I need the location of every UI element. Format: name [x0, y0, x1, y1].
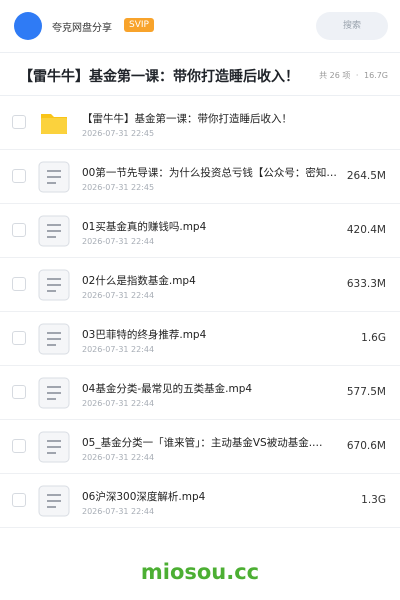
item-name[interactable]: 【雷牛牛】基金第一课：带你打造睡后收入！ — [82, 111, 352, 126]
folder-title-bar: 【雷牛牛】基金第一课：带你打造睡后收入！ 共 26 项 · 16.7G — [0, 52, 400, 96]
app-name: 夸克网盘分享 — [52, 23, 112, 34]
item-name[interactable]: 02什么是指数基金.mp4 — [82, 273, 340, 288]
row-checkbox[interactable] — [12, 169, 26, 183]
search-input[interactable]: 搜索 — [316, 12, 388, 40]
file-row[interactable]: 00第一节先导课：为什么投资总亏钱【公众号：密知圈… 2026-07-31 22:… — [0, 150, 400, 204]
file-icon — [38, 215, 70, 247]
avatar[interactable] — [14, 12, 42, 40]
page-title: 【雷牛牛】基金第一课：带你打造睡后收入！ — [19, 69, 299, 85]
file-icon — [38, 161, 70, 193]
item-size: 577.5M — [346, 386, 386, 398]
total-size: 16.7G — [363, 71, 388, 80]
item-size: 1.3G — [361, 494, 386, 506]
svip-badge[interactable]: SVIP — [124, 18, 154, 32]
row-checkbox[interactable] — [12, 493, 26, 507]
item-name[interactable]: 03巴菲特的终身推荐.mp4 — [82, 327, 340, 342]
row-checkbox[interactable] — [12, 439, 26, 453]
item-name[interactable]: 01买基金真的赚钱吗.mp4 — [82, 219, 340, 234]
file-row[interactable]: 03巴菲特的终身推荐.mp4 2026-07-31 22:44 1.6G — [0, 312, 400, 366]
watermark: miosou.cc — [140, 560, 260, 584]
file-icon — [38, 377, 70, 409]
item-name[interactable]: 06沪深300深度解析.mp4 — [82, 489, 340, 504]
folder-row[interactable]: 【雷牛牛】基金第一课：带你打造睡后收入！ 2026-07-31 22:45 — [0, 96, 400, 150]
row-checkbox[interactable] — [12, 331, 26, 345]
item-count: 共 26 项 — [319, 71, 351, 80]
header: 夸克网盘分享 SVIP 搜索 — [0, 0, 400, 52]
item-size: 633.3M — [346, 278, 386, 290]
row-checkbox[interactable] — [12, 223, 26, 237]
item-name[interactable]: 00第一节先导课：为什么投资总亏钱【公众号：密知圈… — [82, 165, 340, 180]
file-row[interactable]: 02什么是指数基金.mp4 2026-07-31 22:44 633.3M — [0, 258, 400, 312]
file-icon — [38, 269, 70, 301]
folder-icon — [38, 107, 70, 139]
folder-summary: 共 26 项 · 16.7G — [316, 70, 388, 81]
file-icon — [38, 323, 70, 355]
item-date: 2026-07-31 22:44 — [82, 399, 155, 408]
file-list: 【雷牛牛】基金第一课：带你打造睡后收入！ 2026-07-31 22:45 00第一… — [0, 96, 400, 528]
file-row[interactable]: 06沪深300深度解析.mp4 2026-07-31 22:44 1.3G — [0, 474, 400, 528]
item-date: 2026-07-31 22:44 — [82, 453, 155, 462]
file-icon — [38, 431, 70, 463]
row-checkbox[interactable] — [12, 115, 26, 129]
item-name[interactable]: 04基金分类-最常见的五类基金.mp4 — [82, 381, 340, 396]
item-name[interactable]: 05_基金分类一「谁来管」：主动基金VS被动基金.… — [82, 435, 340, 450]
file-row[interactable]: 05_基金分类一「谁来管」：主动基金VS被动基金.… 2026-07-31 22:… — [0, 420, 400, 474]
item-date: 2026-07-31 22:45 — [82, 129, 155, 138]
row-checkbox[interactable] — [12, 277, 26, 291]
file-row[interactable]: 01买基金真的赚钱吗.mp4 2026-07-31 22:44 420.4M — [0, 204, 400, 258]
folder-separator: · — [355, 71, 359, 80]
item-size: 264.5M — [346, 170, 386, 182]
item-size: 1.6G — [361, 332, 386, 344]
item-date: 2026-07-31 22:44 — [82, 507, 155, 516]
item-date: 2026-07-31 22:44 — [82, 237, 155, 246]
item-date: 2026-07-31 22:44 — [82, 291, 155, 300]
item-date: 2026-07-31 22:45 — [82, 183, 155, 192]
file-icon — [38, 485, 70, 517]
item-size: 670.6M — [346, 440, 386, 452]
item-size: 420.4M — [346, 224, 386, 236]
file-row[interactable]: 04基金分类-最常见的五类基金.mp4 2026-07-31 22:44 577.5… — [0, 366, 400, 420]
row-checkbox[interactable] — [12, 385, 26, 399]
item-date: 2026-07-31 22:44 — [82, 345, 155, 354]
